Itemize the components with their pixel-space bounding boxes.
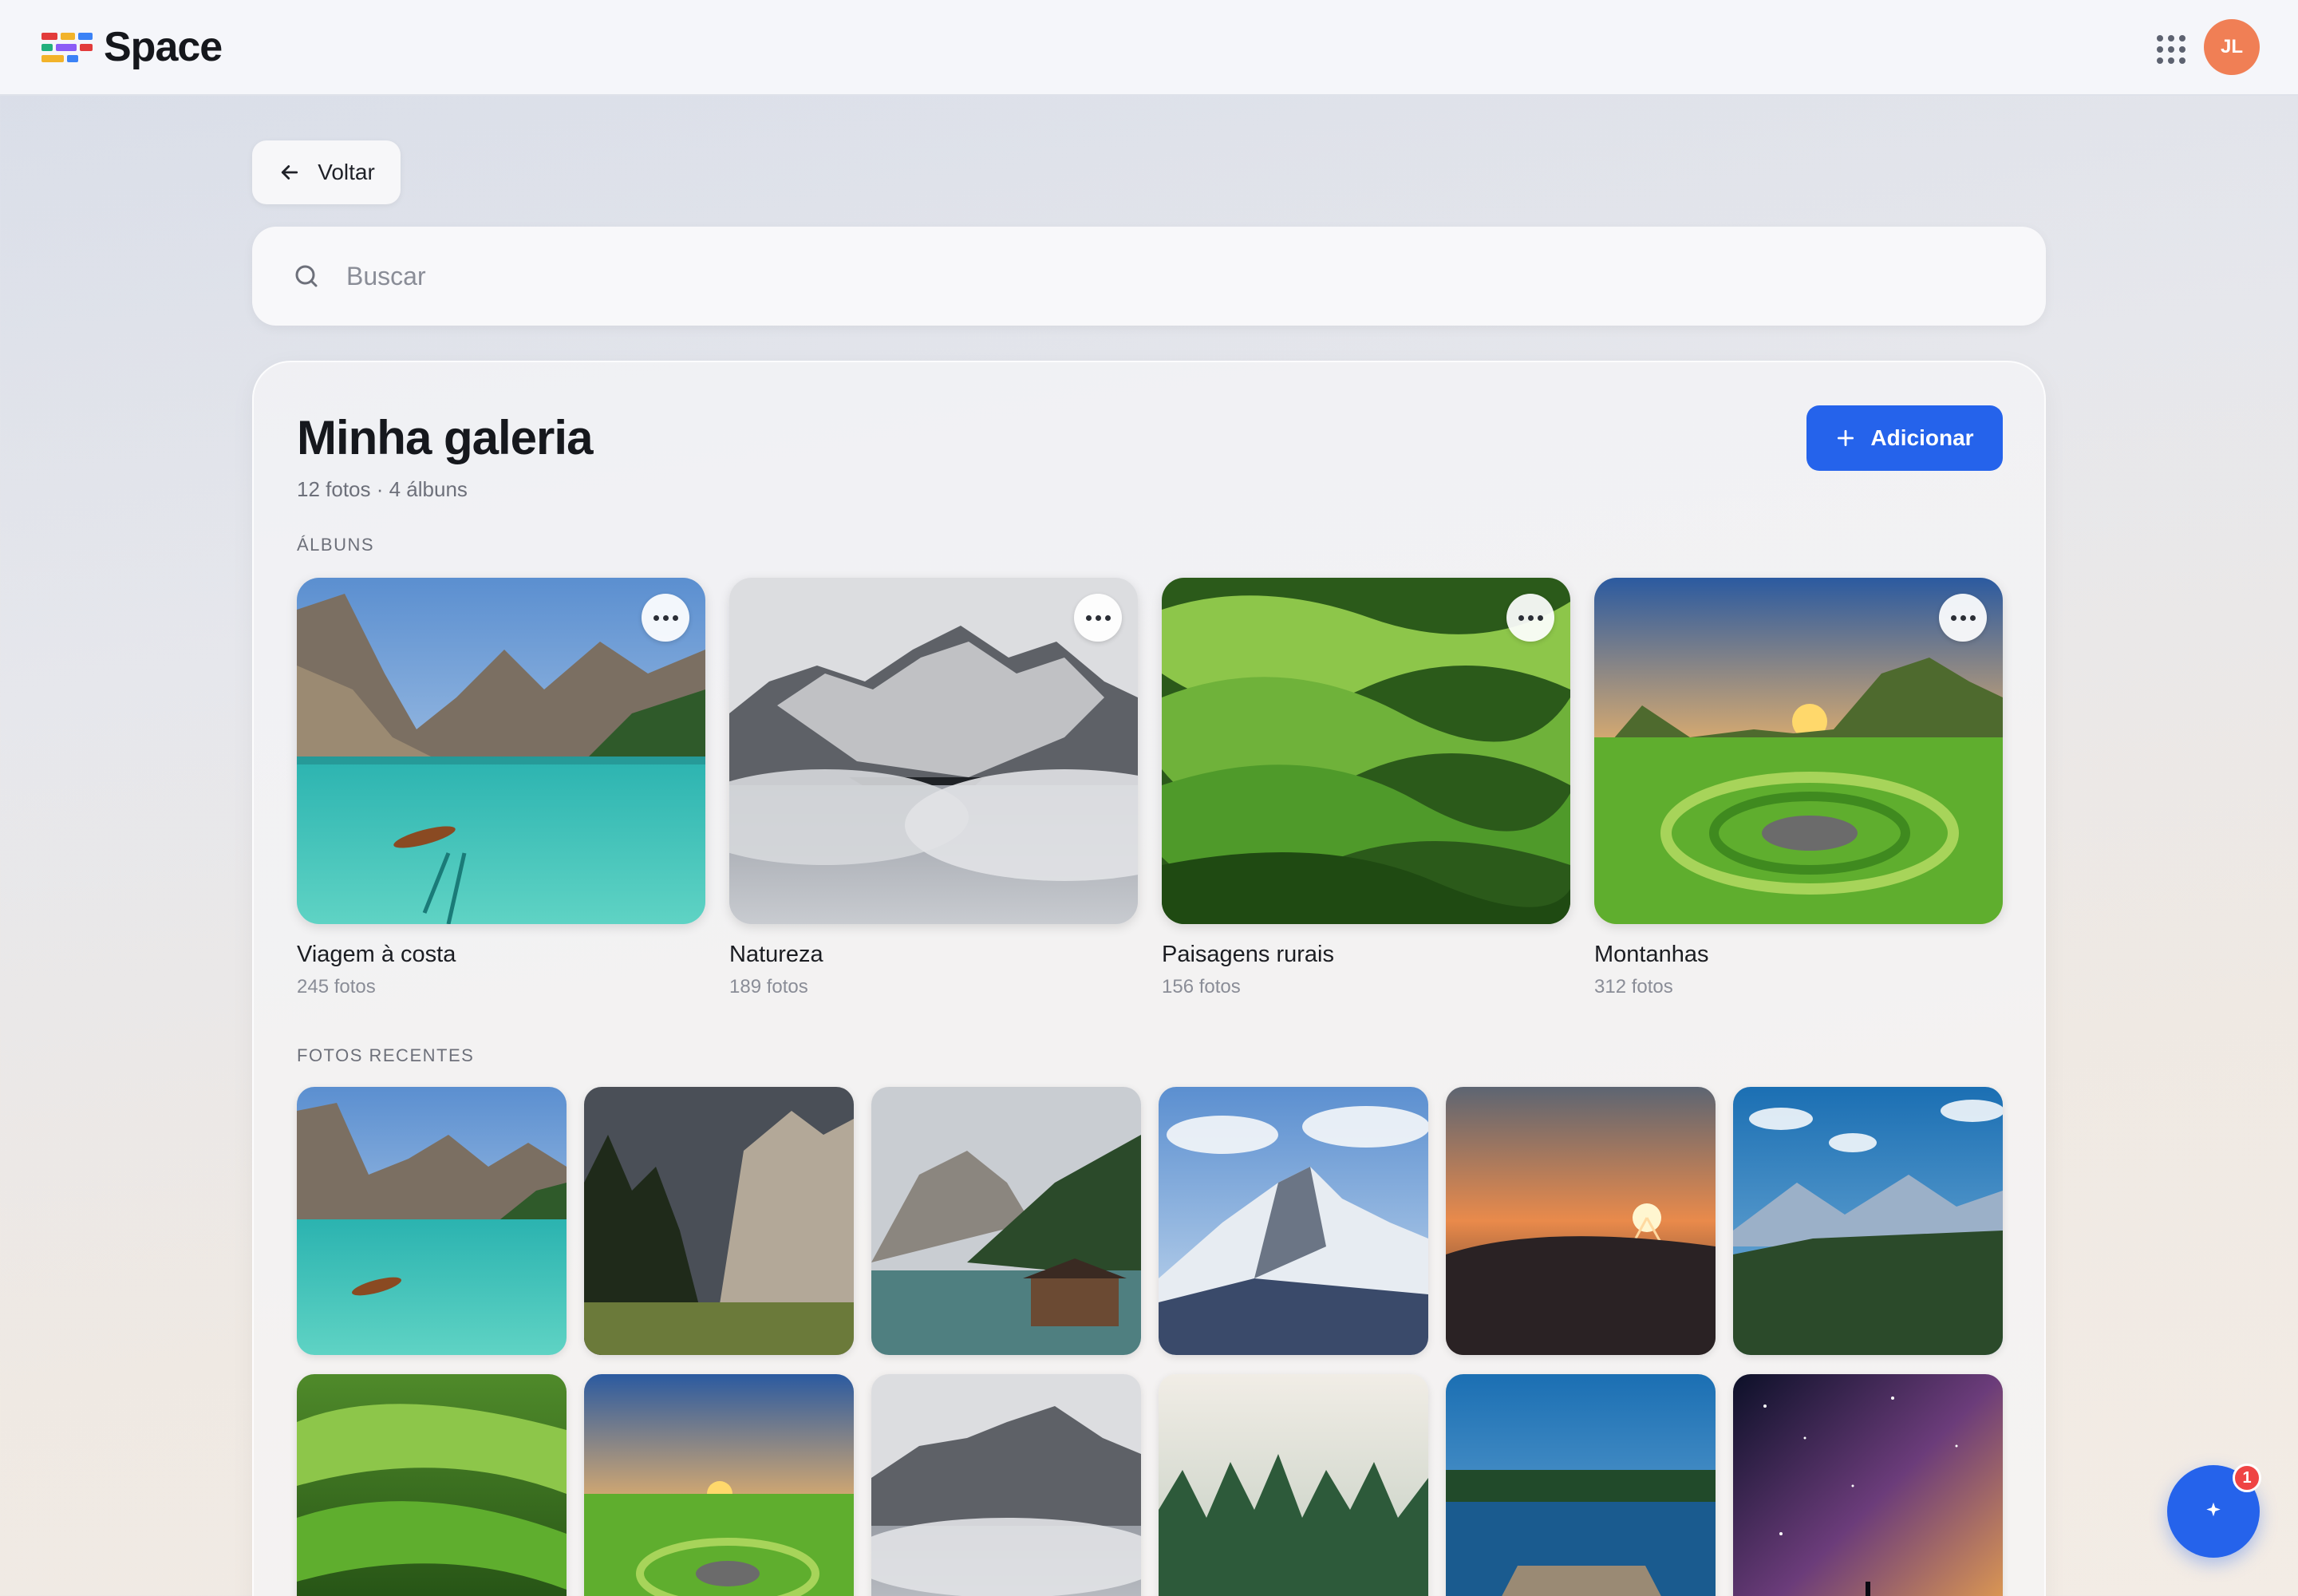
space-logo-icon (41, 31, 93, 63)
photo-thumbnail[interactable] (1733, 1087, 2003, 1355)
album-name: Natureza (729, 942, 823, 967)
more-options-icon[interactable] (1939, 594, 1987, 642)
sparkle-icon (2206, 1502, 2221, 1517)
album-card[interactable]: Natureza 189 fotos (729, 578, 1138, 998)
search-icon (295, 265, 318, 287)
apps-grid-icon[interactable] (2154, 33, 2185, 64)
albums-section-label: ÁLBUNS (297, 535, 375, 555)
photo-thumbnail[interactable] (1159, 1374, 1428, 1596)
search-input[interactable] (346, 261, 2006, 291)
add-button[interactable]: Adicionar (1806, 405, 2003, 471)
album-name: Viagem à costa (297, 942, 456, 967)
brand-name: Space (104, 24, 223, 70)
more-options-icon[interactable] (1074, 594, 1122, 642)
gallery-card: Minha galeria 12 fotos · 4 álbuns Adicio… (252, 361, 2046, 1596)
page-title: Minha galeria (297, 411, 593, 464)
photo-thumbnail[interactable] (1733, 1374, 2003, 1596)
album-photo-count: 156 fotos (1162, 976, 1241, 998)
album-cover[interactable] (1162, 578, 1570, 924)
plus-icon (1838, 429, 1854, 447)
photo-thumbnail[interactable] (871, 1087, 1141, 1355)
recent-photos-section-label: FOTOS RECENTES (297, 1045, 475, 1065)
avatar[interactable]: JL (2204, 19, 2260, 75)
photo-thumbnail[interactable] (871, 1374, 1141, 1596)
gallery-summary: 12 fotos · 4 álbuns (297, 477, 468, 501)
more-options-icon[interactable] (642, 594, 689, 642)
photo-thumbnail[interactable] (297, 1087, 567, 1355)
album-card[interactable]: Viagem à costa 245 fotos (297, 578, 705, 998)
assistant-fab-button[interactable]: 1 (2167, 1464, 2261, 1558)
album-card[interactable]: Montanhas 312 fotos (1594, 578, 2003, 998)
album-photo-count: 245 fotos (297, 976, 376, 998)
notification-badge: 1 (2233, 1464, 2261, 1492)
add-button-label: Adicionar (1870, 425, 1974, 450)
photo-thumbnail[interactable] (584, 1087, 854, 1355)
album-name: Paisagens rurais (1162, 942, 1334, 967)
arrow-left-icon (282, 165, 298, 180)
search-bar (252, 227, 2046, 326)
album-name: Montanhas (1594, 942, 1709, 967)
album-photo-count: 312 fotos (1594, 976, 1673, 998)
back-button[interactable]: Voltar (252, 140, 401, 204)
photo-thumbnail[interactable] (297, 1374, 567, 1596)
back-button-label: Voltar (318, 160, 375, 184)
more-options-icon[interactable] (1506, 594, 1554, 642)
photo-thumbnail[interactable] (1446, 1374, 1716, 1596)
brand[interactable]: Space (41, 23, 223, 71)
album-card[interactable]: Paisagens rurais 156 fotos (1162, 578, 1570, 998)
album-cover[interactable] (297, 578, 705, 924)
photo-thumbnail[interactable] (584, 1374, 854, 1596)
album-photo-count: 189 fotos (729, 976, 808, 998)
photo-thumbnail[interactable] (1446, 1087, 1716, 1355)
top-bar: Space JL (0, 0, 2298, 96)
photo-thumbnail[interactable] (1159, 1087, 1428, 1355)
album-cover[interactable] (729, 578, 1138, 924)
album-cover[interactable] (1594, 578, 2003, 924)
